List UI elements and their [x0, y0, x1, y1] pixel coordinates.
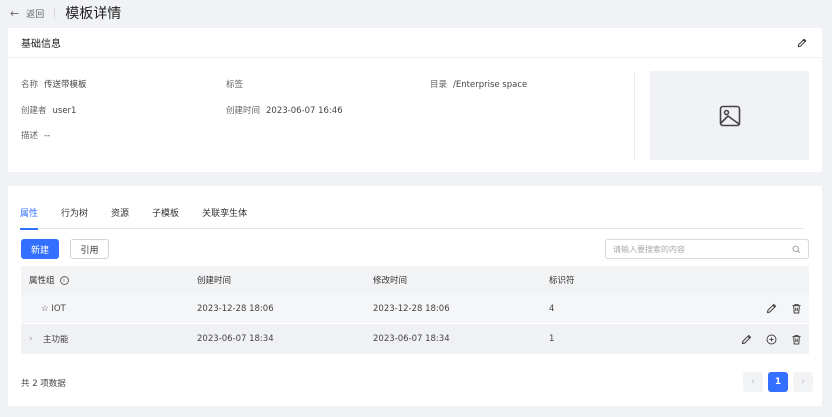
- image-placeholder-icon: [719, 105, 740, 126]
- search-box: [605, 239, 809, 259]
- tab-bar: 属性 行为树 资源 子模板 关联孪生体: [20, 208, 804, 230]
- directory-label: 目录: [430, 80, 448, 90]
- search-icon[interactable]: [792, 245, 801, 254]
- row-identifier: 1: [549, 334, 555, 344]
- header-modified: 修改时间: [373, 276, 408, 286]
- field-directory: 目录/Enterprise space: [430, 78, 527, 90]
- header-group-label: 属性组: [29, 276, 55, 286]
- header-identifier: 标识符: [549, 276, 575, 286]
- row-name: ☆ IOT: [41, 303, 66, 314]
- pagination: ‹ 1 ›: [738, 372, 813, 392]
- next-page-button[interactable]: ›: [793, 372, 813, 392]
- header-created: 创建时间: [197, 276, 232, 286]
- creator-value: user1: [52, 106, 77, 116]
- tab-sub-templates[interactable]: 子模板: [152, 208, 179, 229]
- trash-icon[interactable]: [790, 333, 803, 346]
- edit-icon[interactable]: [740, 333, 753, 346]
- back-label: 返回: [26, 9, 45, 20]
- chevron-left-icon: ‹: [751, 377, 755, 387]
- top-bar: ← 返回 模板详情: [0, 0, 832, 26]
- new-button[interactable]: 新建: [21, 239, 59, 259]
- tab-resources[interactable]: 资源: [111, 208, 129, 229]
- page-title: 模板详情: [65, 6, 122, 22]
- total-count: 共 2 项数据: [21, 379, 66, 389]
- header-cell-group: 属性组 i: [21, 274, 197, 286]
- row-actions: [699, 333, 809, 346]
- chevron-right-icon[interactable]: ›: [29, 334, 43, 344]
- pencil-icon[interactable]: [796, 37, 808, 49]
- field-tag: 标签: [226, 78, 249, 90]
- divider: [54, 7, 56, 19]
- section-title: 基础信息: [21, 39, 61, 50]
- created-time-label: 创建时间: [226, 106, 261, 116]
- table-header: 属性组 i 创建时间 修改时间 标识符: [21, 266, 809, 294]
- vertical-divider: [634, 72, 635, 160]
- field-creator: 创建者 user1: [21, 104, 76, 116]
- row-created: 2023-12-28 18:06: [197, 303, 274, 314]
- creator-label: 创建者: [21, 106, 47, 116]
- basic-info-header: 基础信息: [8, 28, 822, 58]
- basic-info-card: 基础信息 名称 传送带模板 标签 目录/Enterprise space 创建者 u…: [8, 28, 822, 172]
- row-modified: 2023-06-07 18:34: [373, 334, 450, 344]
- arrow-left-icon: ←: [10, 6, 20, 20]
- row-name: 主功能: [43, 335, 69, 345]
- prev-page-button[interactable]: ‹: [743, 372, 763, 392]
- reference-button[interactable]: 引用: [70, 239, 109, 259]
- tab-behavior-tree[interactable]: 行为树: [61, 208, 88, 229]
- table-row[interactable]: › 主功能 2023-06-07 18:34 2023-06-07 18:34 …: [21, 324, 809, 354]
- back-button[interactable]: ← 返回: [10, 7, 44, 20]
- details-card: 属性 行为树 资源 子模板 关联孪生体 新建 引用 属性组 i 创建时间 修改时…: [8, 186, 822, 406]
- add-circle-icon[interactable]: [765, 333, 778, 346]
- tab-linked-twins[interactable]: 关联孪生体: [202, 208, 247, 229]
- field-created-time: 创建时间 2023-06-07 16:46: [226, 104, 343, 116]
- row-identifier: 4: [549, 303, 555, 314]
- chevron-right-icon: ›: [801, 377, 805, 387]
- trash-icon[interactable]: [790, 302, 803, 315]
- created-time-value: 2023-06-07 16:46: [266, 106, 343, 116]
- description-value: --: [44, 131, 51, 141]
- properties-table: 属性组 i 创建时间 修改时间 标识符 ☆ IOT 2023-12-28 18:…: [21, 266, 809, 354]
- description-label: 描述: [21, 131, 39, 141]
- tab-properties[interactable]: 属性: [20, 208, 39, 230]
- search-input[interactable]: [613, 244, 793, 254]
- template-thumbnail: [650, 71, 809, 160]
- row-actions: [699, 302, 809, 315]
- page-button-current[interactable]: 1: [768, 372, 788, 392]
- tag-label: 标签: [226, 80, 244, 90]
- name-label: 名称: [21, 80, 39, 90]
- edit-icon[interactable]: [765, 302, 778, 315]
- row-modified: 2023-12-28 18:06: [373, 303, 450, 314]
- name-value: 传送带模板: [44, 80, 87, 90]
- field-description: 描述 --: [21, 129, 50, 141]
- directory-value: /Enterprise space: [453, 80, 528, 90]
- row-name-cell: › 主功能: [21, 333, 197, 345]
- field-name: 名称 传送带模板: [21, 78, 87, 90]
- table-row[interactable]: ☆ IOT 2023-12-28 18:06 2023-12-28 18:06 …: [21, 294, 809, 324]
- row-created: 2023-06-07 18:34: [197, 334, 274, 344]
- info-icon[interactable]: i: [59, 275, 69, 285]
